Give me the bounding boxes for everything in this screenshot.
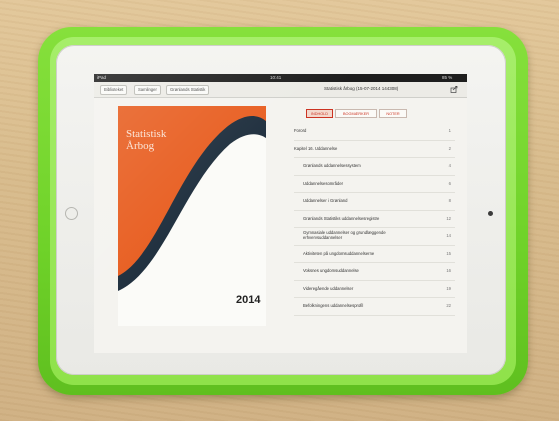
toc-row[interactable]: Voksnes ungdomsuddannelse 16 [294,263,455,281]
document-title: Statistisk årbog (15-07-2014 144308) [324,86,399,91]
book-cover[interactable]: Statistisk Årbog 2014 [118,106,266,326]
toc-row[interactable]: Uddannelsesområder 6 [294,176,455,193]
camera-lens [488,211,493,216]
toc-row-page: 4 [448,163,451,168]
toc-row[interactable]: Kapitel 16. Uddannelse 2 [294,141,455,158]
toc-row-label: Uddannelsesområder [303,180,344,186]
tab-noter[interactable]: NOTER [379,109,407,118]
toc-row-page: 2 [448,145,451,151]
toc-row[interactable]: Videregående uddannelser 19 [294,281,455,298]
toc-row[interactable]: Grønlands uddannelsessystem 4 [294,158,455,176]
tab-indhold[interactable]: INDHOLD [306,109,333,118]
ipad-screen: iPad 10:41 85 % Biblioteket Samlinger Gr… [94,74,467,353]
toc-row-label: Aktiviteten på ungdomsuddannelserne [303,250,375,256]
cover-title-line1: Statistisk [126,128,167,140]
toc-row-label: Grønlands Statistiks uddannelsesregistre [303,215,380,221]
toc-row-label: Grønlands uddannelsessystem [303,163,361,168]
toc-row-page: 1 [448,128,451,133]
home-button[interactable] [65,207,78,220]
carrier-label: iPad [97,75,107,80]
toc-row-label: Forord [294,128,307,133]
toc-row-label: Gymnasiale uddannelser og grundlæggende … [303,230,386,240]
toc-row[interactable]: Gymnasiale uddannelser og grundlæggende … [294,228,455,246]
nav-bar: Biblioteket Samlinger Grønlands Statisti… [94,82,467,98]
clock: 10:41 [270,75,282,80]
table-of-contents: Forord 1 Kapitel 16. Uddannelse 2 Grønlands … [294,123,455,316]
cover-title-line2: Årbog [126,140,155,152]
toc-row[interactable]: Uddannelser i Grønland 8 [294,193,455,211]
toc-row-label: Voksnes ungdomsuddannelse [303,268,359,273]
toc-row[interactable]: Forord 1 [294,123,455,141]
toc-row-page: 15 [446,250,451,256]
toc-row-page: 12 [446,215,451,221]
cover-year: 2014 [236,294,261,306]
crumb-gronlands-statistik[interactable]: Grønlands Statistik [166,85,210,95]
toc-row-page: 6 [448,180,451,186]
toc-row-label: Videregående uddannelser [303,285,354,291]
status-bar: iPad 10:41 85 % [94,74,467,82]
toc-row-page: 19 [446,285,451,291]
tab-bogmaerker[interactable]: BOGMÆRKER [335,109,377,118]
toc-row-label: Befolkningens uddannelsesprofil [303,303,364,308]
toc-row-page: 8 [448,198,451,203]
toc-row-page: 16 [446,268,451,273]
toc-row-label: Kapitel 16. Uddannelse [294,145,338,151]
toc-row-page: 14 [446,233,451,238]
toc-row[interactable]: Aktiviteten på ungdomsuddannelserne 15 [294,246,455,263]
toc-row[interactable]: Grønlands Statistiks uddannelsesregistre… [294,211,455,228]
toc-row[interactable]: Befolkningens uddannelsesprofil 22 [294,298,455,316]
crumb-samlinger[interactable]: Samlinger [134,85,161,95]
battery-label: 85 % [442,75,453,80]
toc-row-page: 22 [446,303,451,308]
cover-title: Statistisk Årbog [126,128,166,152]
crumb-biblioteket[interactable]: Biblioteket [100,85,128,95]
share-icon[interactable] [450,85,458,93]
toc-row-label: Uddannelser i Grønland [303,198,348,203]
